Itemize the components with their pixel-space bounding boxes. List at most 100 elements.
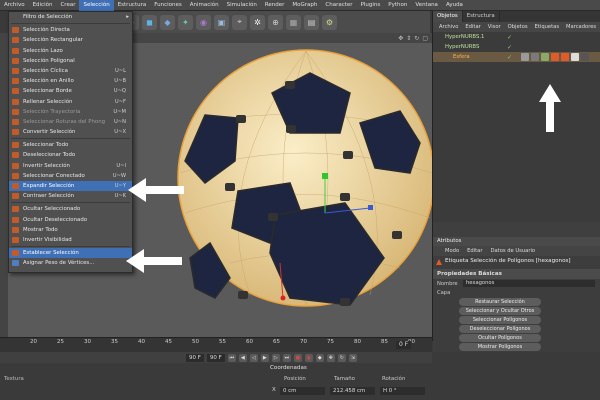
tag-icon[interactable] — [521, 53, 529, 61]
array-icon[interactable]: ✦ — [178, 14, 193, 30]
zoom-view-icon[interactable]: ⇕ — [406, 35, 411, 42]
step-back-icon[interactable]: ◀ — [238, 353, 247, 362]
selection-menu-item[interactable]: Contraer Selección U~K — [9, 191, 132, 201]
material-icon[interactable]: ▦ — [286, 14, 301, 30]
frame-right-field[interactable]: 0 F — [396, 341, 412, 349]
autokey-icon[interactable]: ◉ — [304, 353, 313, 362]
selection-menu-item[interactable]: Filtro de Selección ▸ — [9, 12, 132, 22]
tab-0[interactable]: Objetos — [433, 11, 463, 22]
selection-menu-item[interactable]: Ocultar Seleccionado — [9, 204, 132, 214]
selection-menu-item[interactable]: Convertir Selección U~X — [9, 127, 132, 137]
selection-menu-item[interactable]: Invertir Visibilidad — [9, 235, 132, 245]
menu-8[interactable]: Render — [261, 2, 289, 8]
tag-icon[interactable] — [561, 53, 569, 61]
attributes-menu-item[interactable]: Datos de Usuario — [490, 246, 535, 256]
attributes-tab[interactable]: Atributos — [433, 237, 600, 246]
name-input[interactable]: hexagonos — [463, 280, 595, 287]
size-x-field[interactable]: 212.458 cm — [330, 387, 375, 395]
tag-icon[interactable] — [531, 53, 539, 61]
selection-menu-item[interactable]: Rellenar Selección U~F — [9, 97, 132, 107]
attribute-action-button[interactable]: Mostrar Polígonos — [459, 343, 541, 351]
play-back-icon[interactable]: ◁ — [249, 353, 258, 362]
grid-icon[interactable]: ▤ — [304, 14, 319, 30]
menu-2[interactable]: Crear — [56, 2, 79, 8]
selection-menu-item[interactable]: Selección Lazo — [9, 46, 132, 56]
light-icon[interactable]: ✲ — [250, 14, 265, 30]
selection-menu-item[interactable]: Selección en Anillo U~B — [9, 76, 132, 86]
move-view-icon[interactable]: ✥ — [398, 35, 403, 42]
selection-menu-item[interactable]: Invertir Selección U~I — [9, 161, 132, 171]
snap-icon[interactable]: ⊕ — [268, 14, 283, 30]
tag-icon[interactable] — [581, 53, 589, 61]
timeline-ruler[interactable]: 20 25 30 35 40 45 50 55 60 65 70 75 80 85 90 — [0, 337, 432, 352]
selection-menu-item[interactable]: Selección Poligonal — [9, 56, 132, 66]
rotate-view-icon[interactable]: ↻ — [414, 35, 419, 42]
attributes-menu-item[interactable]: Editar — [467, 246, 482, 256]
cube-icon[interactable]: ◼ — [142, 14, 157, 30]
menu-4[interactable]: Estructura — [114, 2, 151, 8]
object-menu-item[interactable]: Editar — [465, 22, 480, 32]
play-icon[interactable]: ▶ — [260, 353, 269, 362]
menu-13[interactable]: Ventana — [411, 2, 442, 8]
rotation-h-field[interactable]: H 0 ° — [380, 387, 425, 395]
attributes-menu-item[interactable]: Modo — [445, 246, 459, 256]
attribute-action-button[interactable]: Seleccionar Polígonos — [459, 316, 541, 324]
camera-icon[interactable]: ⌖ — [232, 14, 247, 30]
position-x-field[interactable]: 0 cm — [280, 387, 325, 395]
goto-start-icon[interactable]: ⏮ — [227, 353, 236, 362]
selection-menu-item[interactable]: Selección Trayectoria U~M — [9, 107, 132, 117]
menu-12[interactable]: Python — [384, 2, 411, 8]
x-axis-handle[interactable] — [280, 295, 286, 301]
tab-1[interactable]: Estructura — [463, 11, 500, 22]
step-forward-icon[interactable]: ▷ — [271, 353, 280, 362]
menu-11[interactable]: Plugins — [357, 2, 385, 8]
nurbs-icon[interactable]: ◆ — [160, 14, 175, 30]
visibility-check-icon[interactable]: ✓ — [507, 53, 512, 63]
menu-0[interactable]: Archivo — [0, 2, 29, 8]
attribute-action-button[interactable]: Ocultar Polígonos — [459, 334, 541, 342]
menu-7[interactable]: Simulación — [223, 2, 261, 8]
maximize-view-icon[interactable]: ▢ — [422, 35, 428, 42]
object-menu-item[interactable]: Etiquetas — [535, 22, 559, 32]
python-icon[interactable]: ⚙ — [322, 14, 337, 30]
selection-menu-item[interactable]: Seleccionar Todo — [9, 140, 132, 150]
tag-icon[interactable] — [571, 53, 579, 61]
scene-icon[interactable]: ▣ — [214, 14, 229, 30]
deformer-icon[interactable]: ◉ — [196, 14, 211, 30]
menu-14[interactable]: Ayuda — [442, 2, 467, 8]
menu-9[interactable]: MoGraph — [288, 2, 321, 8]
tag-icon[interactable] — [551, 53, 559, 61]
object-menu-item[interactable]: Visor — [488, 22, 501, 32]
attribute-action-button[interactable]: Deseleccionar Polígonos — [459, 325, 541, 333]
menu-5[interactable]: Funciones — [150, 2, 186, 8]
selection-menu-item[interactable]: Selección Rectangular — [9, 35, 132, 45]
y-axis-handle[interactable] — [322, 173, 328, 179]
object-row[interactable]: HyperNURBS.1 ✓ — [433, 32, 600, 42]
keyframe-icon[interactable]: ◆ — [315, 353, 324, 362]
goto-end-icon[interactable]: ⏭ — [282, 353, 291, 362]
scale-key-icon[interactable]: ⇲ — [348, 353, 357, 362]
selection-menu-item[interactable]: Asignar Peso de Vértices... — [9, 258, 132, 268]
record-icon[interactable]: ● — [293, 353, 302, 362]
selection-menu-item[interactable]: Establecer Selección — [9, 248, 132, 259]
object-menu-item[interactable]: Objetos — [508, 22, 528, 32]
menu-3[interactable]: Selección — [79, 0, 114, 11]
object-menu-item[interactable]: Marcadores — [566, 22, 596, 32]
selection-menu-item[interactable]: Seleccionar Conectado U~W — [9, 171, 132, 181]
selection-menu-item[interactable]: Ocultar Deseleccionado — [9, 215, 132, 225]
tag-icon[interactable] — [541, 53, 549, 61]
selection-menu-item[interactable]: Seleccionar Roturas del Phong U~N — [9, 117, 132, 127]
menu-10[interactable]: Character — [321, 2, 356, 8]
z-axis-handle[interactable] — [368, 205, 373, 210]
attribute-action-button[interactable]: Restaurar Selección — [459, 298, 541, 306]
selection-menu-item[interactable]: Mostrar Todo — [9, 225, 132, 235]
basic-properties-section[interactable]: Propiedades Básicas — [433, 269, 600, 279]
rotate-key-icon[interactable]: ↻ — [337, 353, 346, 362]
frame-start-field[interactable]: 90 F — [206, 353, 225, 362]
frame-end-field[interactable]: 90 F — [186, 353, 204, 362]
selection-menu-item[interactable]: Seleccionar Borde U~Q — [9, 86, 132, 96]
object-row[interactable]: HyperNURBS ✓ — [433, 42, 600, 52]
menu-1[interactable]: Edición — [29, 2, 57, 8]
selection-menu-item[interactable]: Selección Directa — [9, 25, 132, 35]
object-menu-item[interactable]: Archivo — [439, 22, 458, 32]
